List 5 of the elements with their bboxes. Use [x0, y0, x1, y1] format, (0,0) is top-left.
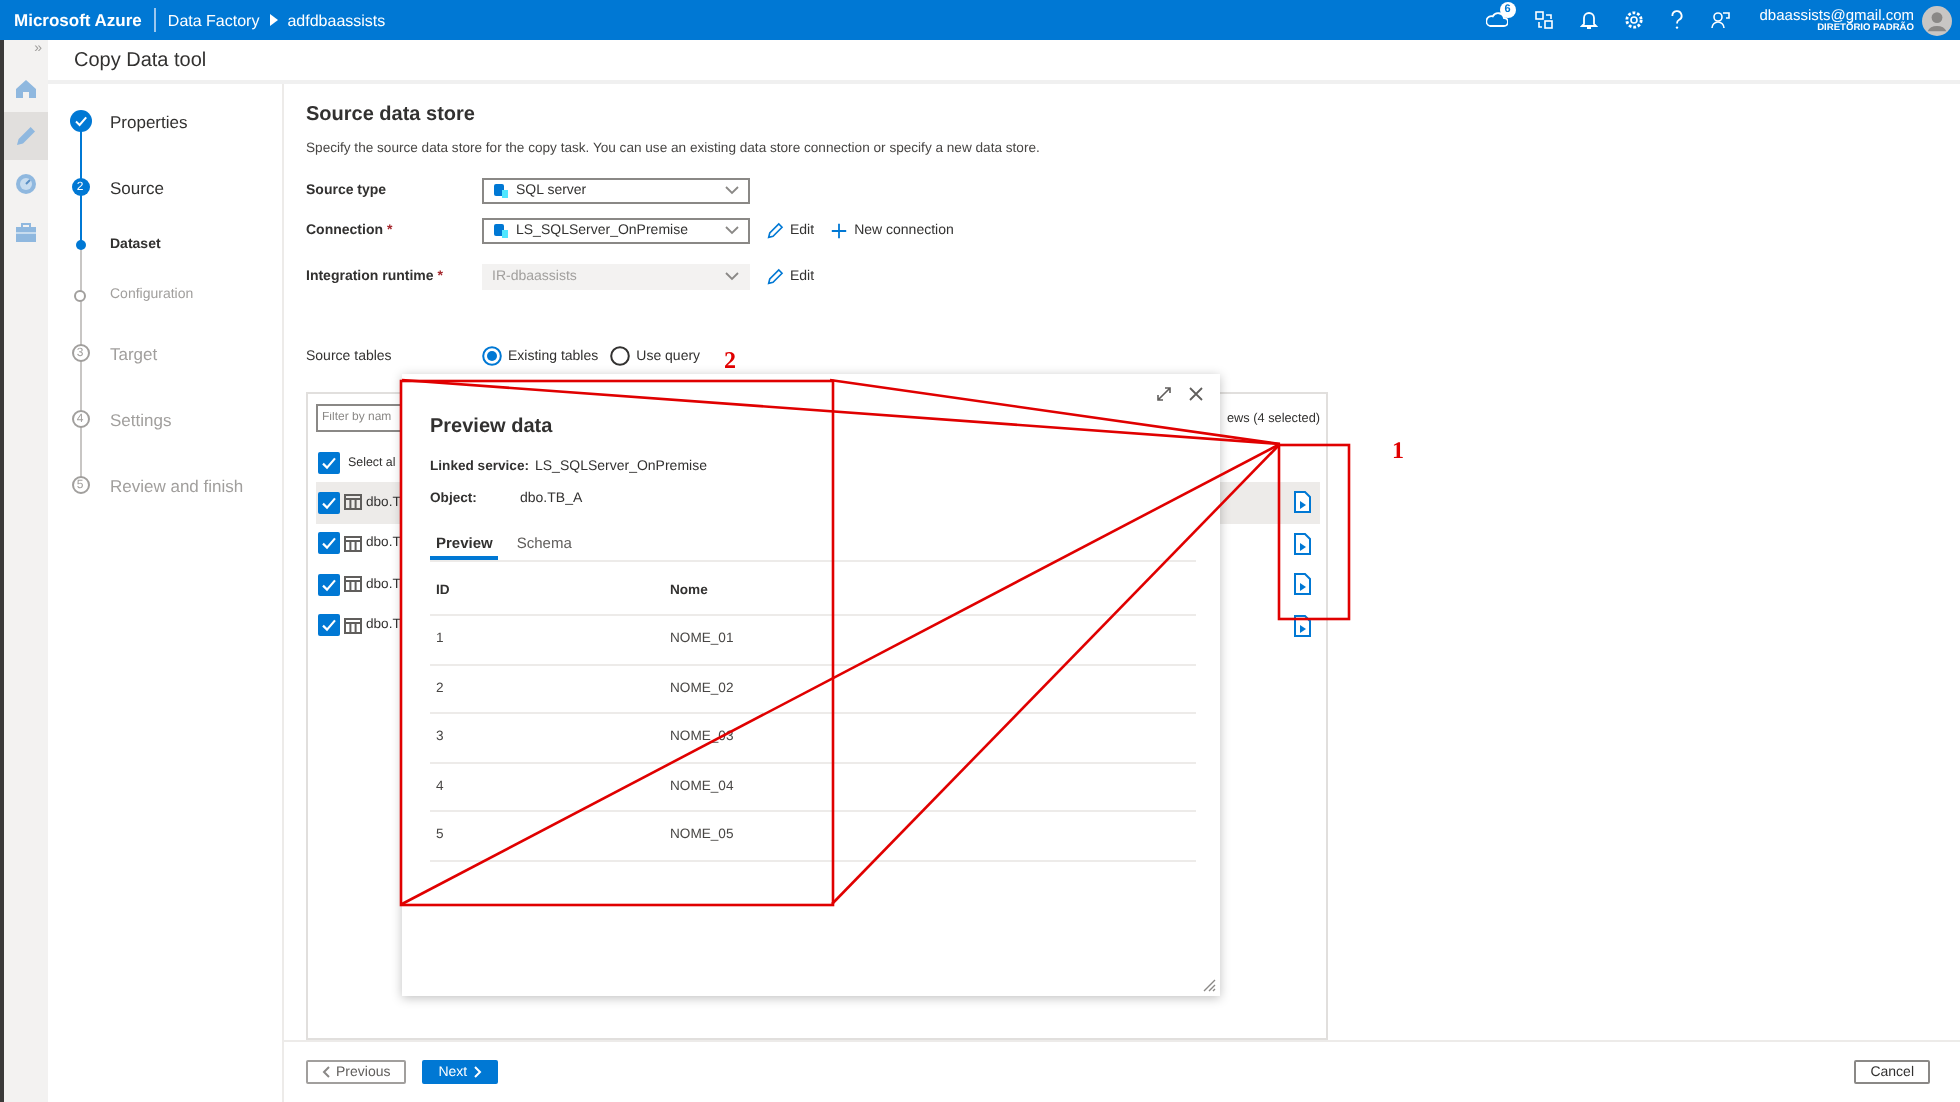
page-title: Copy Data tool: [74, 49, 207, 71]
dialog-title: Preview data: [430, 414, 555, 442]
callout-number: 2: [724, 348, 736, 372]
callout-number: 1: [1392, 438, 1404, 462]
section-heading: Source data store: [306, 102, 477, 130]
